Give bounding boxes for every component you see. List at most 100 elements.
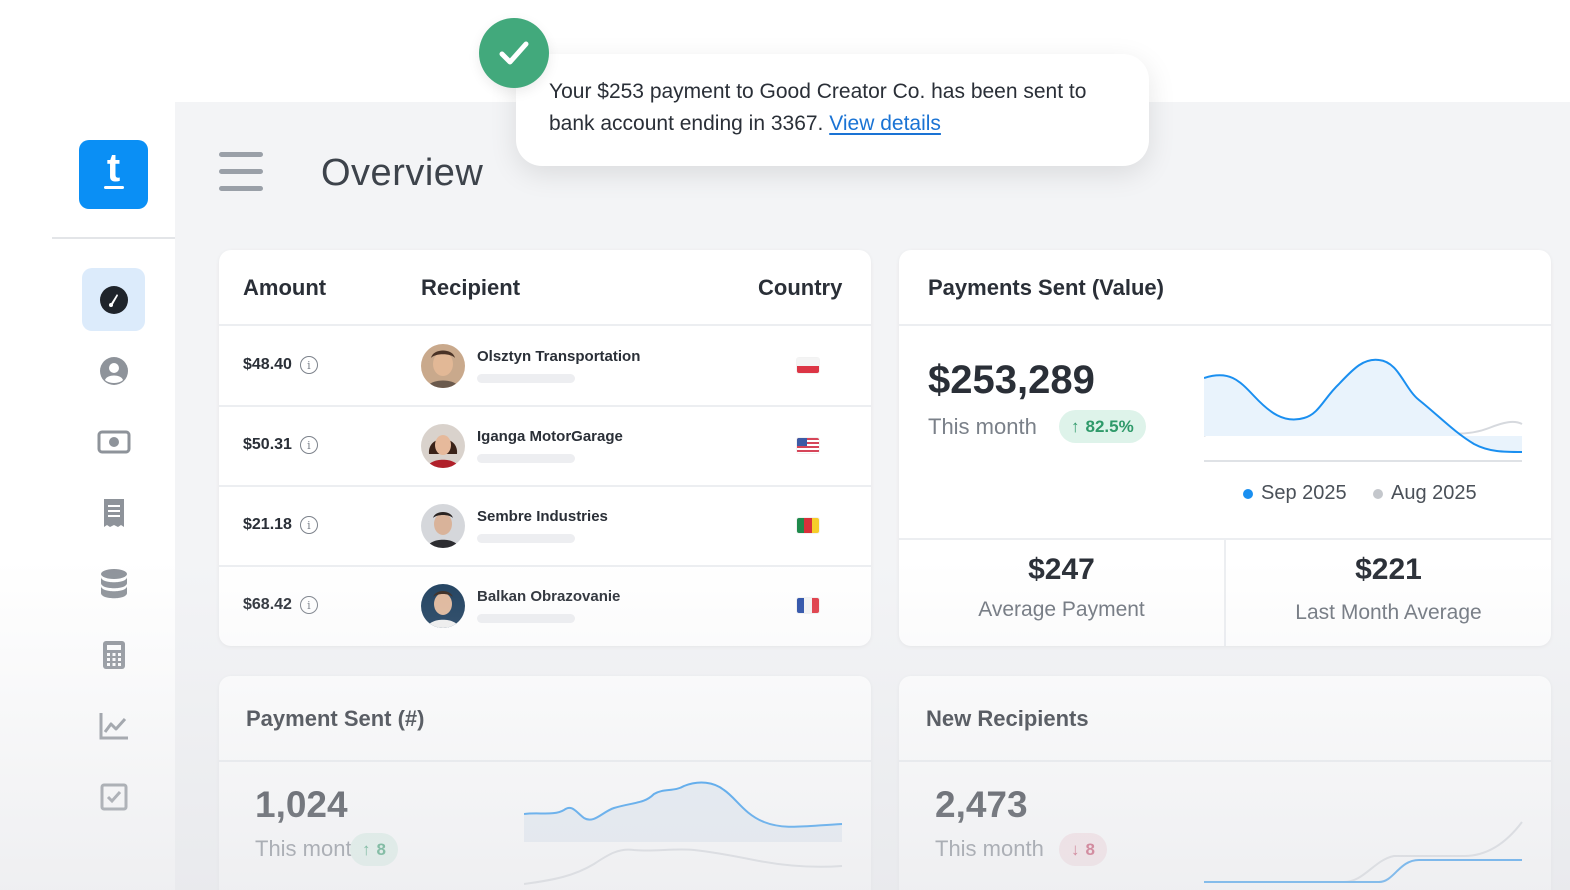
amount-value: $48.40 (243, 356, 292, 373)
arrow-up-icon: ↑ (1071, 416, 1080, 436)
avatar (421, 584, 465, 628)
recipient-name: Iganga MotorGarage (477, 428, 623, 445)
sidebar-item-users[interactable] (82, 339, 145, 402)
sidebar-divider (52, 237, 175, 239)
page-title: Overview (321, 152, 484, 194)
recipient-detail-placeholder (477, 374, 575, 383)
sidebar-item-reports[interactable] (82, 694, 145, 757)
sidebar-item-accounts[interactable] (82, 552, 145, 615)
last-month-average-value: $221 (1355, 553, 1422, 586)
change-value: 8 (376, 839, 386, 859)
app-logo[interactable]: t (79, 140, 148, 209)
card-divider (899, 324, 1551, 326)
toast-message: Your $253 payment to Good Creator Co. ha… (549, 80, 1087, 135)
info-icon[interactable]: i (299, 516, 318, 534)
average-payment-value: $247 (1028, 553, 1095, 586)
card-title: Payments Sent (Value) (928, 275, 1164, 300)
sidebar-item-tasks[interactable] (82, 765, 145, 828)
table-row[interactable]: $50.31 i Iganga MotorGarage (219, 406, 871, 486)
info-icon[interactable]: i (299, 436, 318, 454)
dashboard-icon (99, 285, 128, 314)
period-label: This month (255, 836, 364, 861)
average-payment-label: Average Payment (978, 598, 1145, 621)
card-divider (219, 760, 871, 762)
toast-message-container: Your $253 payment to Good Creator Co. ha… (549, 76, 1129, 140)
view-details-link[interactable]: View details (829, 112, 941, 135)
logo-underline (104, 186, 124, 189)
period-label: This month (935, 836, 1044, 861)
column-header-amount[interactable]: Amount (243, 275, 326, 301)
avatar (421, 424, 465, 468)
amount-value: $68.42 (243, 596, 292, 613)
new-recipients-value: 2,473 (935, 784, 1028, 825)
new-recipients-card: New Recipients 2,473 This month ↓ 8 (899, 676, 1551, 890)
payments-value-card: Payments Sent (Value) $253,289 This mont… (899, 250, 1551, 646)
legend-sep: Sep 2025 (1243, 482, 1347, 505)
new-recipients-sparkline (1204, 821, 1523, 883)
amount-value: $21.18 (243, 516, 292, 533)
card-divider (899, 760, 1551, 762)
last-month-average-label: Last Month Average (1295, 601, 1482, 624)
arrow-up-icon: ↑ (362, 839, 371, 859)
column-header-country[interactable]: Country (758, 275, 842, 301)
recipients-table-card: Amount Recipient Country $48.40 i Olszty… (219, 250, 871, 646)
money-icon (97, 430, 130, 453)
recipient-detail-placeholder (477, 614, 575, 623)
avatar (421, 504, 465, 548)
change-badge: ↓ 8 (1059, 833, 1107, 866)
period-label: This month (928, 414, 1037, 439)
payment-sent-toast: Your $253 payment to Good Creator Co. ha… (516, 54, 1149, 166)
arrow-down-icon: ↓ (1071, 839, 1080, 859)
column-header-recipient[interactable]: Recipient (421, 275, 520, 301)
recipient-detail-placeholder (477, 534, 575, 543)
payments-total-value: $253,289 (928, 358, 1095, 402)
logo-letter: t (106, 146, 121, 190)
success-check-icon (479, 18, 549, 88)
usa-flag-icon (797, 438, 819, 453)
recipient-detail-placeholder (477, 454, 575, 463)
change-value: 8 (1085, 839, 1095, 859)
sidebar-item-payments[interactable] (82, 410, 145, 473)
recipient-name: Sembre Industries (477, 508, 608, 525)
checkbox-icon (100, 783, 127, 810)
amount-cell: $68.42 i (243, 596, 318, 614)
avatar (421, 344, 465, 388)
poland-flag-icon (797, 358, 819, 373)
legend-label: Aug 2025 (1391, 482, 1477, 504)
legend-label: Sep 2025 (1261, 482, 1347, 504)
last-month-average-stat: $221 Last Month Average (1226, 540, 1551, 646)
average-payment-stat: $247 Average Payment (899, 540, 1224, 646)
amount-cell: $50.31 i (243, 436, 318, 454)
france-flag-icon (797, 598, 819, 613)
chart-icon (99, 712, 128, 739)
database-icon (100, 568, 127, 598)
payment-count-value: 1,024 (255, 784, 348, 825)
legend-dot-icon (1373, 488, 1383, 499)
amount-value: $50.31 (243, 436, 292, 453)
change-badge: ↑ 8 (350, 833, 398, 866)
calculator-icon (102, 640, 125, 669)
payments-value-sparkline (1204, 358, 1523, 462)
sidebar-item-calculator[interactable] (82, 623, 145, 686)
legend-aug: Aug 2025 (1373, 482, 1477, 505)
info-icon[interactable]: i (299, 596, 318, 614)
recipient-name: Olsztyn Transportation (477, 348, 641, 365)
table-row[interactable]: $48.40 i Olsztyn Transportation (219, 326, 871, 406)
legend-dot-icon (1243, 488, 1253, 499)
user-icon (99, 356, 128, 385)
amount-cell: $21.18 i (243, 516, 318, 534)
amount-cell: $48.40 i (243, 356, 318, 374)
card-title: Payment Sent (#) (246, 706, 425, 731)
table-row[interactable]: $68.42 i Balkan Obrazovanie (219, 566, 871, 646)
recipient-name: Balkan Obrazovanie (477, 588, 621, 605)
menu-icon[interactable] (219, 152, 263, 192)
payment-count-sparkline (524, 781, 843, 885)
info-icon[interactable]: i (299, 356, 318, 374)
table-row[interactable]: $21.18 i Sembre Industries (219, 486, 871, 566)
sidebar-item-dashboard[interactable] (82, 268, 145, 331)
sidebar-item-invoices[interactable] (82, 481, 145, 544)
change-badge: ↑ 82.5% (1059, 410, 1146, 443)
cameroon-flag-icon (797, 518, 819, 533)
payment-count-card: Payment Sent (#) 1,024 This month ↑ 8 (219, 676, 871, 890)
change-value: 82.5% (1085, 416, 1134, 436)
